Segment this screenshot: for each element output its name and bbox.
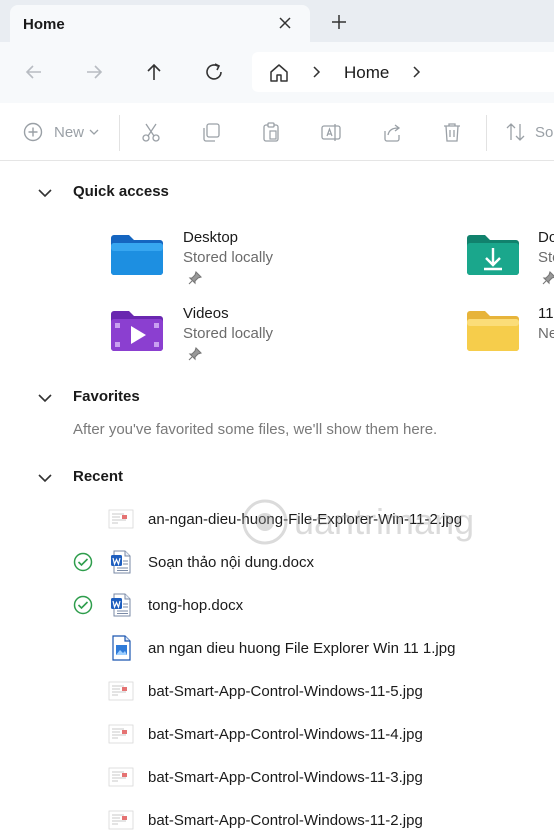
quick-access-name: Videos [183,305,229,322]
image-thumb-icon [108,767,134,787]
image-thumb-icon [108,509,134,529]
pin-icon [188,347,202,361]
tab-strip: Home [0,0,554,42]
recent-file-name: tong-hop.docx [148,597,244,614]
downloads-folder-icon [467,235,519,275]
recent-file-row[interactable]: an ngan dieu huong File Explorer Win 11 … [0,628,554,671]
recent-file-row[interactable]: bat-Smart-App-Control-Windows-11-3.jpg [0,757,554,800]
favorites-header[interactable]: Favorites [36,387,140,409]
rename-icon[interactable] [320,121,342,143]
pin-icon [188,271,202,285]
recent-file-row[interactable]: bat-Smart-App-Control-Windows-11-2.jpg [0,800,554,833]
sort-icon[interactable] [505,121,527,143]
videos-folder-icon [111,311,163,351]
address-bar[interactable]: Home [252,52,554,92]
recent-file-name: bat-Smart-App-Control-Windows-11-2.jpg [148,812,423,829]
recent-file-name: bat-Smart-App-Control-Windows-11-3.jpg [148,769,423,786]
image-file-icon [112,635,131,661]
sort-button-label[interactable]: Sort [535,124,554,141]
word-doc-icon [111,550,131,574]
address-location[interactable]: Home [344,63,389,83]
chevron-down-icon [89,129,99,135]
sync-check-icon [73,552,93,572]
home-icon[interactable] [268,62,290,84]
recent-file-name: bat-Smart-App-Control-Windows-11-4.jpg [148,726,423,743]
quick-access-name: Do [538,229,554,246]
chevron-down-icon[interactable] [36,469,54,487]
recent-file-name: an ngan dieu huong File Explorer Win 11 … [148,640,456,657]
chevron-down-icon[interactable] [36,389,54,407]
folder-icon [467,311,519,351]
quick-access-status: Stored locally [183,249,274,266]
quick-access-folder-11[interactable]: 11 Ne [440,301,554,365]
section-title: Favorites [73,388,140,405]
chevron-right-icon[interactable] [410,65,424,79]
favorites-empty-message: After you've favorited some files, we'll… [73,421,438,438]
pin-icon [542,271,554,285]
close-icon[interactable] [274,12,296,34]
recent-header[interactable]: Recent [36,467,123,489]
section-title: Recent [73,468,124,485]
plus-circle-icon [23,122,43,142]
image-thumb-icon [108,681,134,701]
sync-check-icon [73,595,93,615]
arrow-right-icon[interactable] [81,59,107,85]
command-bar: New Sort [0,103,554,161]
arrow-up-icon[interactable] [141,59,167,85]
watermark-logo: uantrimang [242,499,474,545]
chevron-right-icon[interactable] [310,65,324,79]
watermark-text: uantrimang [294,501,474,542]
toolbar-divider [119,115,120,151]
delete-icon[interactable] [441,121,463,143]
recent-file-row[interactable]: bat-Smart-App-Control-Windows-11-5.jpg [0,671,554,714]
cut-icon[interactable] [140,121,162,143]
recent-file-row[interactable]: bat-Smart-App-Control-Windows-11-4.jpg [0,714,554,757]
quick-access-videos[interactable]: Videos Stored locally [0,301,300,365]
new-button-label: New [54,123,85,141]
image-thumb-icon [108,810,134,830]
tab-title: Home [23,16,65,33]
paste-icon[interactable] [260,121,282,143]
refresh-icon[interactable] [201,59,227,85]
arrow-left-icon[interactable] [21,59,47,85]
image-thumb-icon [108,724,134,744]
quick-access-downloads[interactable]: Do Sto [440,225,554,289]
chevron-down-icon[interactable] [36,184,54,202]
recent-file-row[interactable]: tong-hop.docx [0,585,554,628]
copy-icon[interactable] [200,121,222,143]
toolbar-divider [486,115,487,151]
section-title: Quick access [73,183,169,200]
quick-access-status: Ne [538,325,554,342]
tab-home[interactable]: Home [10,5,310,42]
quick-access-status: Stored locally [183,325,274,342]
quick-access-status: Sto [538,249,554,266]
quick-access-desktop[interactable]: Desktop Stored locally [0,225,300,289]
navigation-bar: Home [0,42,554,103]
quick-access-header[interactable]: Quick access [36,182,169,204]
new-button[interactable]: New [22,121,100,143]
word-doc-icon [111,593,131,617]
recent-file-name: bat-Smart-App-Control-Windows-11-5.jpg [148,683,423,700]
plus-icon[interactable] [328,11,350,33]
quick-access-name: Desktop [183,229,239,246]
desktop-folder-icon [111,235,163,275]
quick-access-name: 11 [538,305,554,322]
share-icon[interactable] [381,121,403,143]
recent-file-name: Soạn thảo nội dung.docx [148,554,314,571]
